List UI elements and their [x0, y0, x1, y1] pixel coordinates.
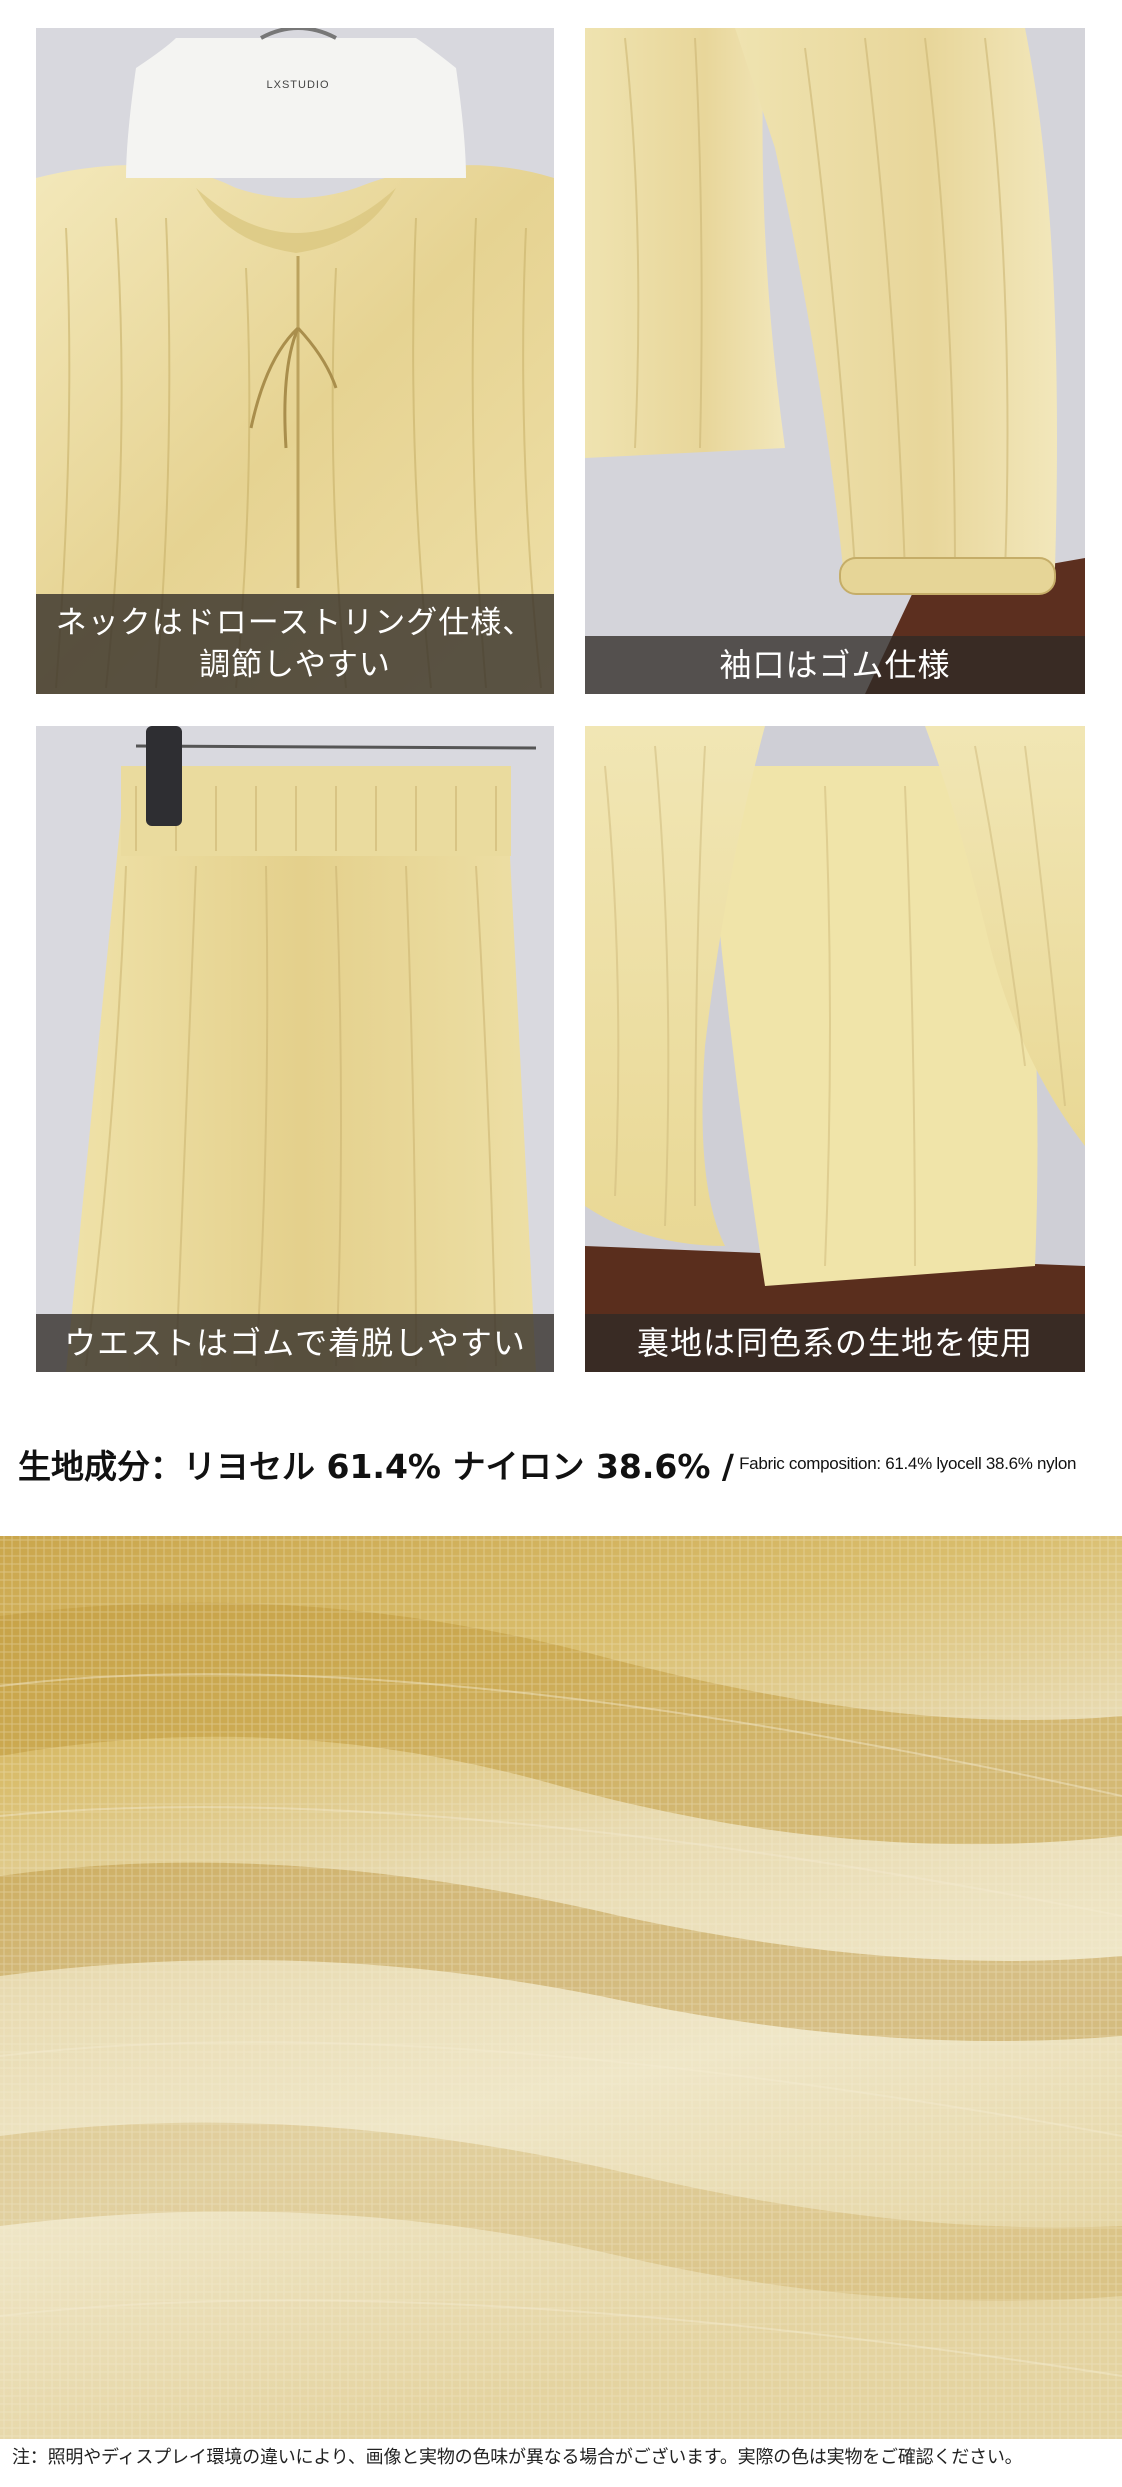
- lining-image: [585, 726, 1085, 1372]
- waist-photo: ウエストはゴムで着脱しやすい: [36, 726, 554, 1372]
- neckline-caption: ネックはドローストリング仕様、 調節しやすい: [36, 594, 554, 694]
- waist-caption: ウエストはゴムで着脱しやすい: [36, 1314, 554, 1372]
- lining-caption-line: 裏地は同色系の生地を使用: [636, 1324, 1033, 1362]
- cuff-caption-line: 袖口はゴム仕様: [719, 646, 951, 684]
- color-disclaimer-note: 注：照明やディスプレイ環境の違いにより、画像と実物の色味が異なる場合がございます…: [12, 2447, 1023, 2468]
- lining-caption: 裏地は同色系の生地を使用: [585, 1314, 1085, 1372]
- composition-en: Fabric composition: 61.4% lyocell 38.6% …: [739, 1454, 1077, 1473]
- fabric-closeup-image: [0, 1536, 1122, 2439]
- neckline-photo: LXSTUDIO ネックはドローストリング仕様、 調節しやすい: [36, 28, 554, 694]
- cuff-photo: 袖口はゴム仕様: [585, 28, 1085, 694]
- lining-photo: 裏地は同色系の生地を使用: [585, 726, 1085, 1372]
- fabric-composition: 生地成分：リヨセル 61.4% ナイロン 38.6% / Fabric comp…: [18, 1440, 1108, 1488]
- neckline-caption-line-2: 調節しやすい: [199, 647, 391, 683]
- composition-jp: 生地成分：リヨセル 61.4% ナイロン 38.6% /: [18, 1447, 734, 1486]
- hanger-brand: LXSTUDIO: [266, 79, 329, 91]
- waist-image: [36, 726, 554, 1372]
- cuff-image: [585, 28, 1085, 694]
- fabric-closeup-photo: [0, 1536, 1122, 2439]
- cuff-caption: 袖口はゴム仕様: [585, 636, 1085, 694]
- neckline-caption-line-1: ネックはドローストリング仕様、: [55, 605, 535, 641]
- waist-caption-line: ウエストはゴムで着脱しやすい: [64, 1324, 526, 1362]
